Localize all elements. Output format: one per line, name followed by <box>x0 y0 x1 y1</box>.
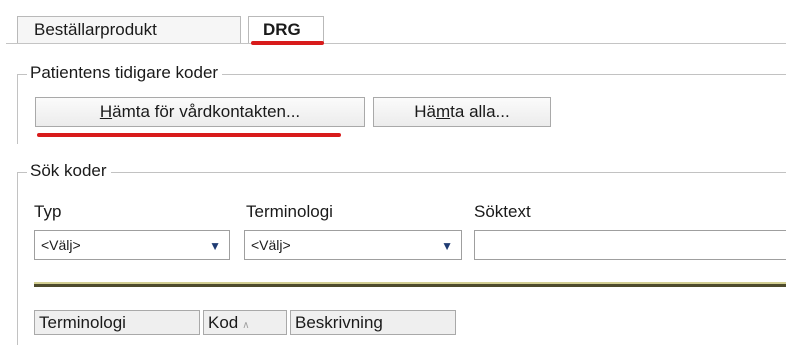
tab-bar-baseline <box>6 43 786 44</box>
column-header-beskrivning-label: Beskrivning <box>295 313 383 332</box>
previous-codes-legend: Patientens tidigare koder <box>27 63 223 83</box>
column-header-kod-label: Kod <box>208 313 239 332</box>
terminology-select-value: <Välj> <box>251 237 291 253</box>
previous-codes-legend-text: Patientens tidigare koder <box>30 63 219 82</box>
fetch-for-contact-highlight <box>37 133 341 137</box>
column-header-kod[interactable]: Kod ∧ <box>203 310 287 335</box>
tab-drg-highlight <box>251 41 324 45</box>
chevron-down-icon: ▼ <box>209 239 221 253</box>
fetch-all-label-pre: Hä <box>414 102 436 121</box>
tab-bestallarprodukt-label: Beställarprodukt <box>34 20 157 39</box>
type-select[interactable]: <Välj> ▼ <box>34 230 230 260</box>
column-header-beskrivning[interactable]: Beskrivning <box>290 310 456 335</box>
type-select-value: <Välj> <box>41 237 81 253</box>
search-codes-legend-text: Sök koder <box>30 161 107 180</box>
tab-drg-label: DRG <box>263 20 301 39</box>
separator-dark <box>34 284 786 287</box>
fetch-for-contact-label: ämta för vårdkontakten... <box>112 102 301 121</box>
terminology-label: Terminologi <box>246 202 333 221</box>
fetch-all-label-rest: ta alla... <box>450 102 510 121</box>
tab-bestallarprodukt[interactable]: Beställarprodukt <box>17 16 241 44</box>
fetch-for-contact-mnemonic: H <box>99 102 113 121</box>
search-codes-legend: Sök koder <box>27 161 111 181</box>
type-label: Typ <box>34 202 62 221</box>
fetch-all-button[interactable]: Hämta alla... <box>373 97 551 127</box>
column-header-terminology[interactable]: Terminologi <box>34 310 200 335</box>
column-header-terminology-label: Terminologi <box>39 313 126 332</box>
chevron-down-icon: ▼ <box>441 239 453 253</box>
fetch-all-mnemonic: m <box>436 102 451 121</box>
fetch-for-contact-button[interactable]: Hämta för vårdkontakten... <box>35 97 365 127</box>
searchtext-input[interactable] <box>474 230 786 260</box>
sort-ascending-icon: ∧ <box>242 320 250 331</box>
tab-drg[interactable]: DRG <box>248 16 324 44</box>
searchtext-label: Söktext <box>474 202 531 221</box>
terminology-select[interactable]: <Välj> ▼ <box>244 230 462 260</box>
